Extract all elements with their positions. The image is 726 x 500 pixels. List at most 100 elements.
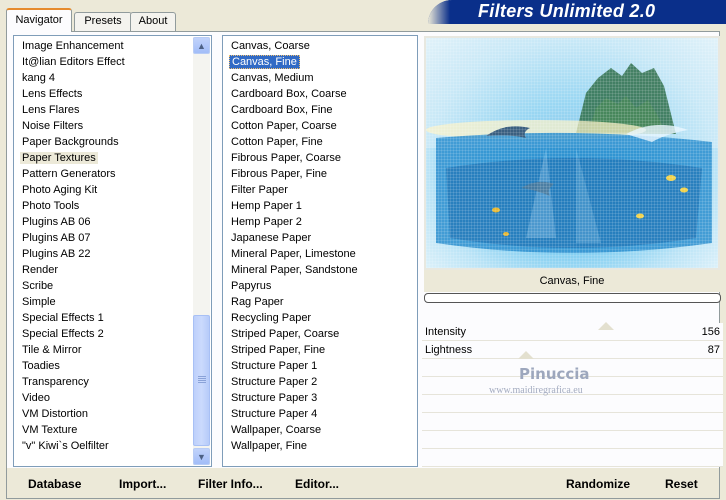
filter-item[interactable]: Striped Paper, Coarse xyxy=(223,326,417,342)
category-item[interactable]: kang 4 xyxy=(14,70,211,86)
category-item[interactable]: Plugins AB 22 xyxy=(14,246,211,262)
editor-button[interactable]: Editor... xyxy=(295,476,339,492)
param-value: 156 xyxy=(701,326,720,338)
filter-item[interactable]: Striped Paper, Fine xyxy=(223,342,417,358)
filter-item[interactable]: Cotton Paper, Coarse xyxy=(223,118,417,134)
randomize-button[interactable]: Randomize xyxy=(566,476,630,492)
tab-navigator[interactable]: Navigator xyxy=(6,8,72,32)
filter-item[interactable]: Structure Paper 1 xyxy=(223,358,417,374)
category-item[interactable]: Plugins AB 07 xyxy=(14,230,211,246)
filter-item[interactable]: Hemp Paper 1 xyxy=(223,198,417,214)
filter-item-label: Fibrous Paper, Fine xyxy=(231,168,327,180)
category-item[interactable]: Video xyxy=(14,390,211,406)
filter-item-label: Canvas, Coarse xyxy=(231,40,310,52)
param-value: 87 xyxy=(707,344,720,356)
param-row-intensity[interactable]: Intensity 156 xyxy=(422,322,723,341)
filter-item[interactable]: Structure Paper 2 xyxy=(223,374,417,390)
category-item[interactable]: Paper Backgrounds xyxy=(14,134,211,150)
scroll-up-button[interactable]: ▲ xyxy=(193,37,210,54)
filter-item[interactable]: Canvas, Medium xyxy=(223,70,417,86)
category-item[interactable]: Paper Textures xyxy=(14,150,211,166)
category-item[interactable]: "v" Kiwi`s Oelfilter xyxy=(14,438,211,454)
category-item-label: Noise Filters xyxy=(22,120,84,132)
category-item-label: VM Texture xyxy=(22,424,78,436)
filter-item-label: Japanese Paper xyxy=(231,232,312,244)
category-item[interactable]: Render xyxy=(14,262,211,278)
tab-presets[interactable]: Presets xyxy=(74,12,132,31)
scroll-down-button[interactable]: ▼ xyxy=(193,448,210,465)
filter-item-label: Filter Paper xyxy=(231,184,288,196)
category-item-label: Simple xyxy=(22,296,56,308)
category-item[interactable]: Scribe xyxy=(14,278,211,294)
category-item[interactable]: Plugins AB 06 xyxy=(14,214,211,230)
category-item[interactable]: Photo Aging Kit xyxy=(14,182,211,198)
empty-param-row xyxy=(422,431,723,449)
filter-list[interactable]: Canvas, Coarse Canvas, Fine Canvas, Medium… xyxy=(222,35,418,467)
category-scrollbar[interactable]: ▲ ▼ xyxy=(193,37,210,465)
category-item[interactable]: Simple xyxy=(14,294,211,310)
filter-item[interactable]: Filter Paper xyxy=(223,182,417,198)
tab-about[interactable]: About xyxy=(130,12,176,31)
filter-item-label: Recycling Paper xyxy=(231,312,312,324)
category-item[interactable]: Special Effects 2 xyxy=(14,326,211,342)
import-button[interactable]: Import... xyxy=(119,476,166,492)
filter-item[interactable]: Papyrus xyxy=(223,278,417,294)
database-button[interactable]: Database xyxy=(28,476,81,492)
filter-item[interactable]: Hemp Paper 2 xyxy=(223,214,417,230)
param-row-lightness[interactable]: Lightness 87 xyxy=(422,341,723,359)
category-item-label: Special Effects 1 xyxy=(22,312,104,324)
category-item[interactable]: Tile & Mirror xyxy=(14,342,211,358)
category-item-label: VM Distortion xyxy=(22,408,89,420)
progress-bar xyxy=(424,293,721,303)
filter-item-label: Rag Paper xyxy=(231,296,284,308)
filter-item[interactable]: Wallpaper, Coarse xyxy=(223,422,417,438)
category-item-label: Plugins AB 06 xyxy=(22,216,91,228)
category-item-label: Lens Effects xyxy=(22,88,83,100)
category-item-label: Scribe xyxy=(22,280,54,292)
filter-item[interactable]: Canvas, Coarse xyxy=(223,38,417,54)
filter-item-label: Wallpaper, Coarse xyxy=(231,424,322,436)
scroll-thumb[interactable] xyxy=(193,315,210,446)
category-item[interactable]: Image Enhancement xyxy=(14,38,211,54)
category-item[interactable]: Pattern Generators xyxy=(14,166,211,182)
category-item-label: Tile & Mirror xyxy=(22,344,82,356)
filter-item[interactable]: Structure Paper 3 xyxy=(223,390,417,406)
app-title: Filters Unlimited 2.0 xyxy=(478,1,656,21)
filter-item-label: Striped Paper, Fine xyxy=(231,344,326,356)
category-item[interactable]: Photo Tools xyxy=(14,198,211,214)
filter-item[interactable]: Japanese Paper xyxy=(223,230,417,246)
filter-item[interactable]: Mineral Paper, Limestone xyxy=(223,246,417,262)
category-item[interactable]: It@lian Editors Effect xyxy=(14,54,211,70)
category-item[interactable]: Lens Effects xyxy=(14,86,211,102)
category-item[interactable]: Toadies xyxy=(14,358,211,374)
category-item-label: "v" Kiwi`s Oelfilter xyxy=(22,440,109,452)
filter-item[interactable]: Rag Paper xyxy=(223,294,417,310)
empty-param-row xyxy=(422,449,723,467)
category-item[interactable]: Noise Filters xyxy=(14,118,211,134)
filter-item-label: Hemp Paper 2 xyxy=(231,216,302,228)
filter-item[interactable]: Fibrous Paper, Fine xyxy=(223,166,417,182)
filter-item[interactable]: Structure Paper 4 xyxy=(223,406,417,422)
watermark-name: Pinuccia xyxy=(519,365,590,383)
category-list[interactable]: Image Enhancement It@lian Editors Effect k… xyxy=(13,35,212,467)
filter-item[interactable]: Mineral Paper, Sandstone xyxy=(223,262,417,278)
filter-item-label: Structure Paper 3 xyxy=(231,392,318,404)
category-item[interactable]: VM Distortion xyxy=(14,406,211,422)
filter-item[interactable]: Cardboard Box, Coarse xyxy=(223,86,417,102)
category-item[interactable]: Special Effects 1 xyxy=(14,310,211,326)
category-item[interactable]: Transparency xyxy=(14,374,211,390)
category-item-label: Pattern Generators xyxy=(22,168,116,180)
filter-item[interactable]: Cotton Paper, Fine xyxy=(223,134,417,150)
filter-item-label: Structure Paper 2 xyxy=(231,376,318,388)
filter-item[interactable]: Recycling Paper xyxy=(223,310,417,326)
filter-item[interactable]: Canvas, Fine xyxy=(223,54,417,70)
category-item[interactable]: Lens Flares xyxy=(14,102,211,118)
filter-item[interactable]: Fibrous Paper, Coarse xyxy=(223,150,417,166)
filter-item-label: Structure Paper 4 xyxy=(231,408,318,420)
category-item-label: Toadies xyxy=(22,360,60,372)
filter-item[interactable]: Wallpaper, Fine xyxy=(223,438,417,454)
filter-item[interactable]: Cardboard Box, Fine xyxy=(223,102,417,118)
reset-button[interactable]: Reset xyxy=(665,476,698,492)
category-item[interactable]: VM Texture xyxy=(14,422,211,438)
filter-info-button[interactable]: Filter Info... xyxy=(198,476,263,492)
